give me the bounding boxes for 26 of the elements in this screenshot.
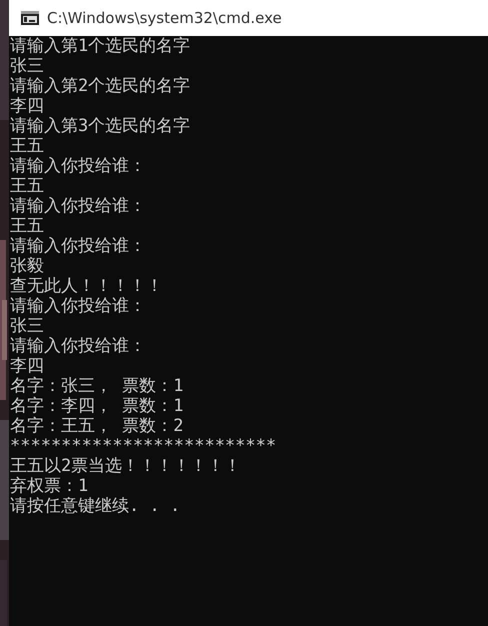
console-line: 王五以2票当选！！！！！！！	[10, 456, 242, 476]
console-line: 请输入你投给谁：	[10, 196, 147, 216]
console-line: 请输入第3个选民的名字	[10, 116, 192, 136]
console-line: 请输入第2个选民的名字	[10, 76, 192, 96]
console-line: 名字：张三， 票数：1	[10, 376, 184, 396]
console-line: 请输入你投给谁：	[10, 236, 147, 256]
terminal-icon	[21, 11, 39, 25]
console-line: 王五	[10, 216, 45, 236]
console-line: 李四	[10, 356, 45, 376]
console-line: 王五	[10, 176, 45, 196]
console-line: 弃权票：1	[10, 476, 90, 496]
console-line: 请输入你投给谁：	[10, 336, 147, 356]
console-line: 查无此人！！！！！	[10, 276, 164, 296]
console-line: 名字：王五， 票数：2	[10, 416, 184, 436]
console-line: 李四	[10, 96, 45, 116]
console-line: **************************	[10, 436, 278, 456]
console-line: 请输入你投给谁：	[10, 296, 147, 316]
window-title: C:\Windows\system32\cmd.exe	[47, 9, 282, 27]
console-line: 王五	[10, 136, 45, 156]
console-line: 请按任意键继续. . .	[10, 496, 182, 516]
console-line: 张毅	[10, 256, 45, 276]
console-line: 请输入你投给谁：	[10, 156, 147, 176]
console-line: 张三	[10, 316, 45, 336]
console-line: 张三	[10, 56, 45, 76]
console-line: 名字：李四， 票数：1	[10, 396, 184, 416]
console-line: 请输入第1个选民的名字	[10, 36, 192, 56]
